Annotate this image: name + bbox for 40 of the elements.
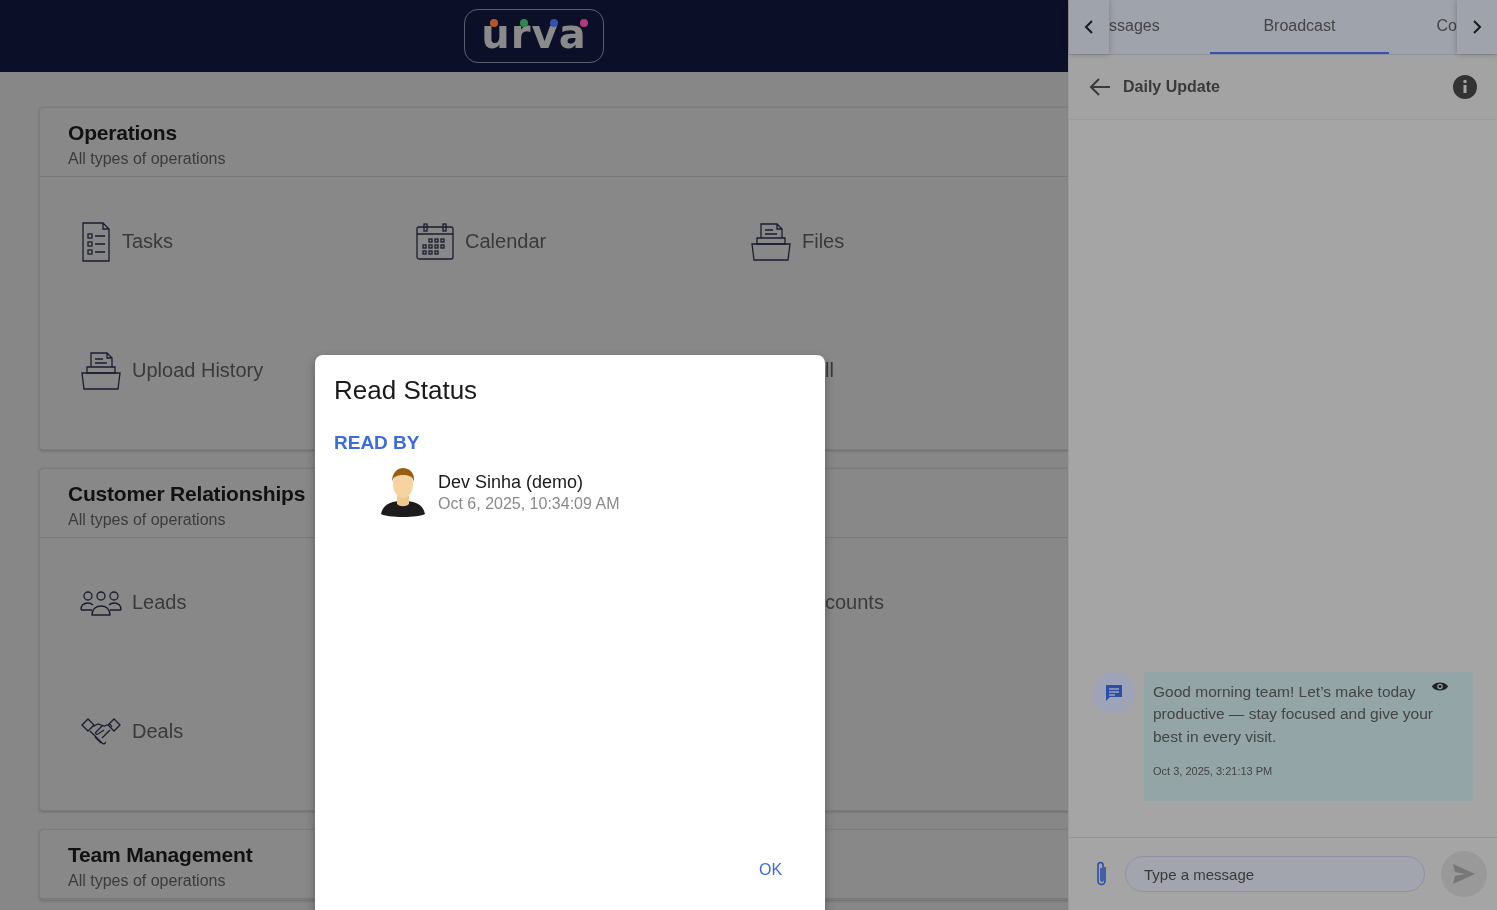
checklist-icon[interactable] (80, 220, 112, 263)
reader-name: Dev Sinha (demo) (438, 471, 585, 493)
file-tray-icon[interactable] (80, 350, 122, 391)
message-input[interactable]: Type a message (1125, 856, 1425, 892)
chevron-left-icon (1084, 20, 1094, 34)
logo[interactable]: urva (464, 9, 604, 63)
section-label: READ BY (334, 432, 421, 454)
conversation-title: Daily Update (1123, 78, 1221, 96)
chevron-right-icon (1472, 20, 1482, 34)
menu-item[interactable]: Upload History (132, 359, 264, 382)
menu-item[interactable]: ll (825, 359, 834, 382)
menu-item[interactable]: Deals (132, 720, 184, 743)
file-tray-icon[interactable] (750, 221, 792, 262)
menu-item[interactable]: Leads (132, 591, 187, 614)
info-icon[interactable] (1453, 75, 1477, 99)
section-title: Team Management (68, 842, 253, 868)
calendar-icon[interactable] (415, 221, 455, 262)
user-avatar (380, 466, 426, 518)
people-icon[interactable] (80, 589, 122, 616)
dialog-title: Read Status (334, 375, 479, 406)
message-text: Good morning team! Let’s make today productive — stay focused and give your best in every visit. (1153, 681, 1434, 747)
menu-item[interactable]: Files (802, 230, 845, 253)
read-time: Oct 6, 2025, 10:34:09 AM (438, 494, 620, 513)
section-title: Customer Relationships (68, 481, 306, 507)
menu-item[interactable]: Calendar (465, 230, 547, 253)
menu-item[interactable]: Tasks (122, 230, 174, 253)
section-subtitle: All types of operations (68, 872, 226, 890)
tab[interactable]: Co (1389, 0, 1457, 54)
ok-button[interactable]: OK (751, 857, 791, 883)
section-title: Operations (68, 120, 177, 146)
back-arrow-icon[interactable] (1089, 78, 1111, 96)
message-time: Oct 3, 2025, 3:21:13 PM (1153, 765, 1274, 777)
eye-icon[interactable] (1431, 679, 1449, 693)
paperclip-icon[interactable] (1095, 860, 1109, 888)
section-subtitle: All types of operations (68, 150, 226, 168)
tab[interactable]: ssages (1109, 0, 1210, 54)
send-icon (1452, 863, 1476, 885)
message-avatar (1093, 671, 1135, 714)
section-subtitle: All types of operations (68, 511, 226, 529)
menu-item[interactable]: counts (825, 591, 884, 614)
